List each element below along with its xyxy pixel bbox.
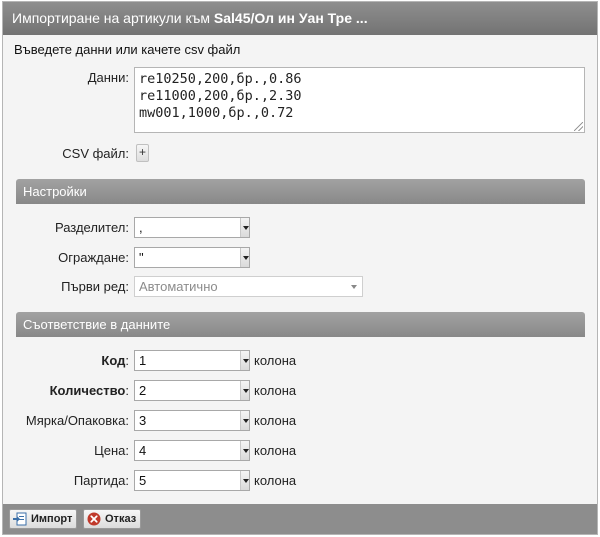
- mapping-section-header: Съответствие в данните: [16, 312, 585, 337]
- intro-text: Въведете данни или качете csv файл: [14, 42, 241, 57]
- chevron-down-icon: [240, 381, 249, 400]
- mapping-select-unit[interactable]: 3: [134, 410, 250, 431]
- data-line: re10250,200,бр.,0.86: [139, 71, 302, 87]
- mapping-label-colon: :: [125, 383, 129, 398]
- first-row-label: Първи ред:: [61, 279, 129, 294]
- data-textarea[interactable]: re10250,200,бр.,0.86 re11000,200,бр.,2.3…: [134, 67, 585, 133]
- data-label: Данни:: [87, 70, 129, 85]
- mapping-select-price[interactable]: 4: [134, 440, 250, 461]
- csv-upload-button[interactable]: +: [136, 144, 149, 162]
- cancel-button-label: Отказ: [105, 513, 137, 525]
- delimiter-value: ,: [139, 220, 143, 235]
- enclosure-value: ": [139, 250, 144, 265]
- mapping-label-code: Код:: [13, 353, 129, 368]
- dialog-title-prefix: Импортиране на артикули към: [12, 10, 214, 26]
- mapping-select-code[interactable]: 1: [134, 350, 250, 371]
- dialog-title: Импортиране на артикули към Sal45/Ол ин …: [3, 2, 597, 35]
- import-icon: [13, 512, 27, 526]
- import-button[interactable]: Импорт: [9, 509, 78, 529]
- mapping-select-quantity[interactable]: 2: [134, 380, 250, 401]
- column-suffix: колона: [254, 443, 297, 458]
- mapping-label-batch: Партида:: [73, 473, 129, 488]
- column-suffix: колона: [254, 473, 297, 488]
- mapping-label-quantity: Количество:: [13, 383, 129, 398]
- column-suffix: колона: [254, 413, 297, 428]
- chevron-down-icon: [240, 351, 249, 370]
- first-row-value: Автоматично: [139, 279, 218, 294]
- first-row-select[interactable]: Автоматично: [134, 276, 363, 297]
- column-suffix: колона: [254, 353, 297, 368]
- delimiter-label: Разделител:: [54, 220, 129, 235]
- cancel-button[interactable]: Отказ: [83, 509, 142, 529]
- import-button-label: Импорт: [31, 513, 73, 525]
- mapping-select-value: 4: [139, 443, 147, 458]
- column-suffix: колона: [254, 383, 297, 398]
- close-icon: [87, 512, 101, 526]
- mapping-label-unit: Мярка/Опаковка:: [25, 413, 129, 428]
- dialog-title-record: Sal45/Ол ин Уан Тре ...: [213, 10, 368, 26]
- mapping-select-value: 5: [139, 473, 147, 488]
- chevron-down-icon: [240, 471, 249, 490]
- chevron-down-icon: [240, 441, 249, 460]
- resize-handle-icon[interactable]: [574, 122, 583, 131]
- chevron-down-icon: [240, 218, 249, 237]
- mapping-label-text: Код: [101, 353, 126, 368]
- import-dialog: Импортиране на артикули към Sal45/Ол ин …: [2, 1, 598, 535]
- data-line: re11000,200,бр.,2.30: [139, 88, 302, 104]
- mapping-select-value: 1: [139, 353, 147, 368]
- data-line: mw001,1000,бр.,0.72: [139, 105, 294, 121]
- mapping-label-colon: :: [125, 353, 129, 368]
- chevron-down-icon: [240, 248, 249, 267]
- delimiter-select[interactable]: ,: [134, 217, 250, 238]
- mapping-select-value: 2: [139, 383, 147, 398]
- enclosure-select[interactable]: ": [134, 247, 250, 268]
- settings-section-header: Настройки: [16, 179, 585, 204]
- chevron-down-icon: [348, 277, 362, 296]
- dialog-footer: Импорт Отказ: [3, 504, 597, 534]
- mapping-label-price: Цена:: [94, 443, 129, 458]
- mapping-select-batch[interactable]: 5: [134, 470, 250, 491]
- mapping-select-value: 3: [139, 413, 147, 428]
- dialog-content: Въведете данни или качете csv файл Данни…: [3, 35, 597, 506]
- enclosure-label: Ограждане:: [58, 250, 129, 265]
- csv-file-label: CSV файл:: [62, 146, 129, 161]
- chevron-down-icon: [240, 411, 249, 430]
- mapping-label-text: Количество: [49, 383, 126, 398]
